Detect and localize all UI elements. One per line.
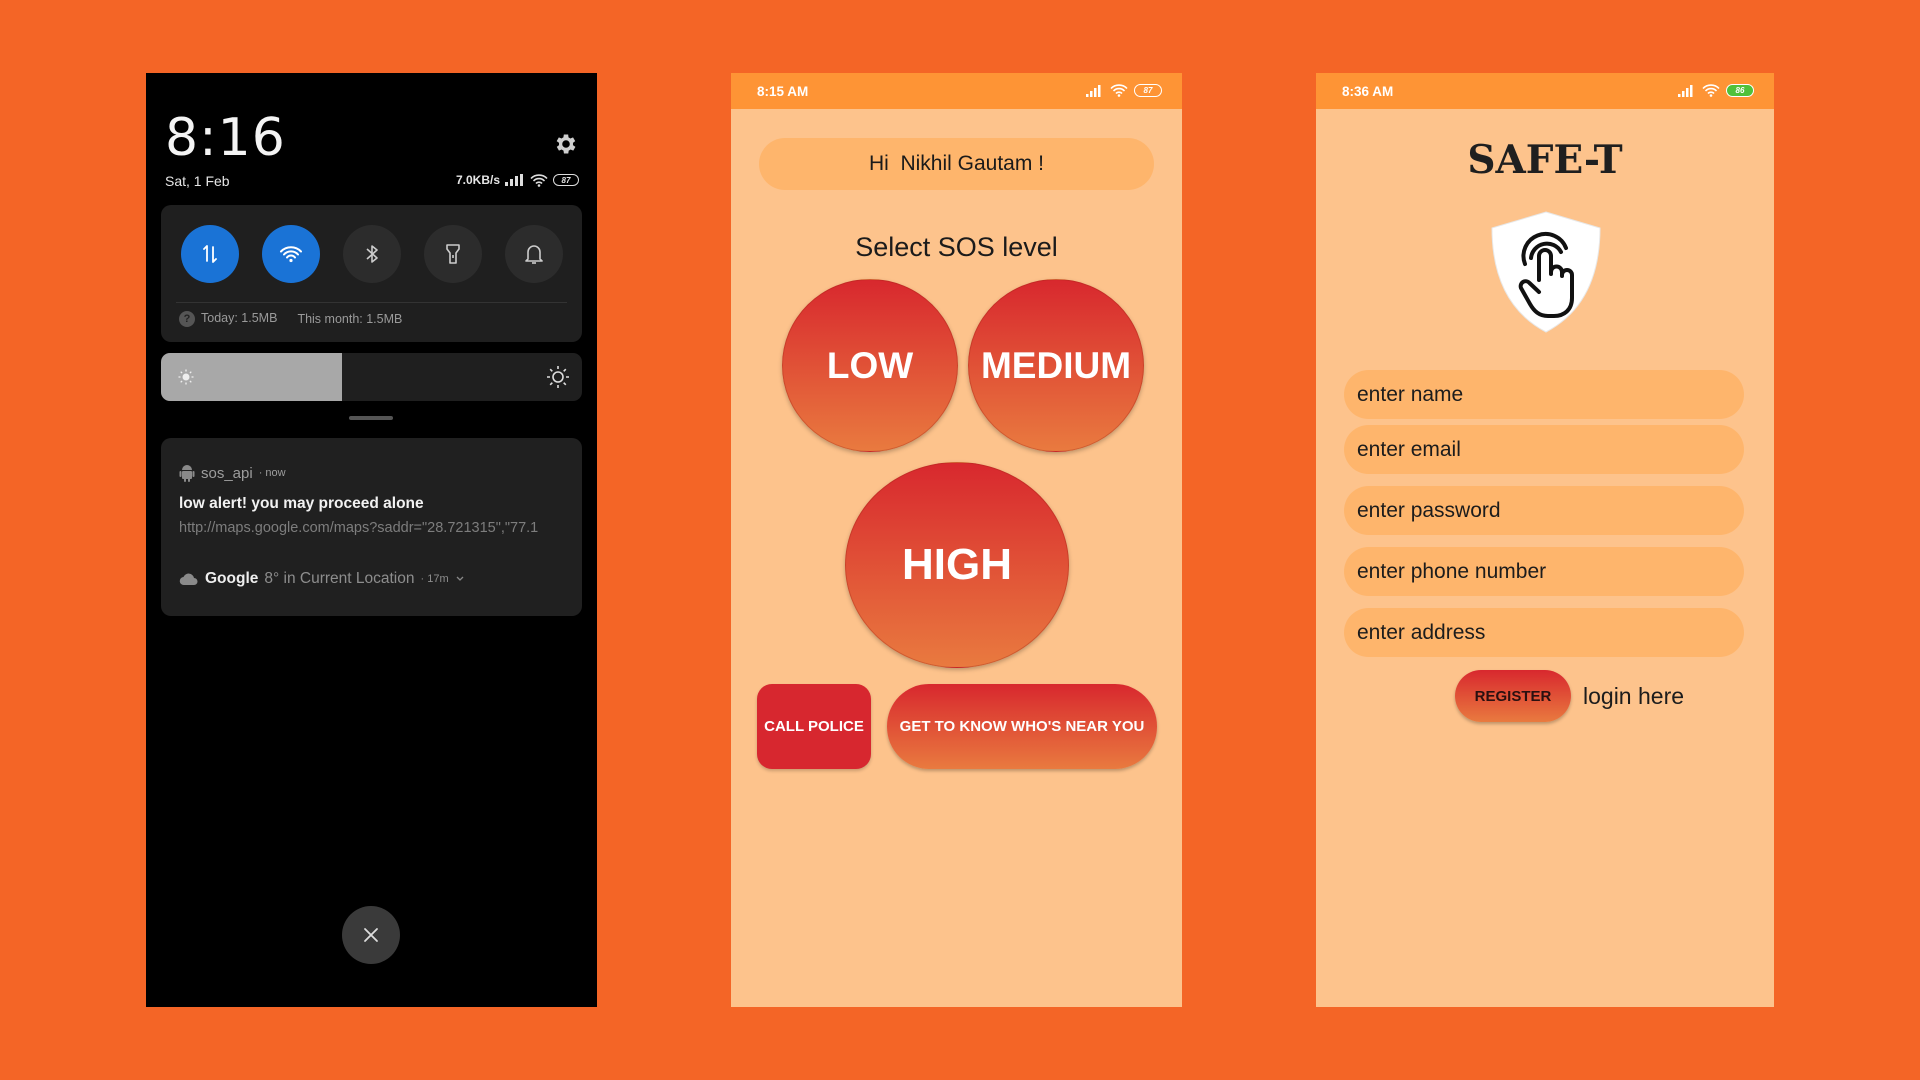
toggle-bluetooth[interactable] <box>343 225 401 283</box>
chevron-down-icon[interactable] <box>455 575 465 583</box>
date: Sat, 1 Feb <box>165 173 230 189</box>
gear-icon[interactable] <box>553 131 579 157</box>
sos-high-button[interactable]: HIGH <box>845 462 1069 668</box>
drag-handle[interactable] <box>349 416 393 420</box>
status-bar: 8:36 AM 86 <box>1316 73 1774 109</box>
name-input[interactable] <box>1357 382 1744 407</box>
status-time: 8:36 AM <box>1342 84 1394 99</box>
wifi-icon <box>1110 84 1128 97</box>
battery-indicator: 87 <box>553 174 579 186</box>
data-arrows-icon <box>203 245 217 263</box>
cloud-icon <box>179 573 198 585</box>
divider <box>176 302 567 303</box>
flashlight-icon <box>446 244 460 264</box>
brightness-slider[interactable] <box>161 353 582 401</box>
login-link[interactable]: login here <box>1583 683 1684 710</box>
address-field[interactable] <box>1344 608 1744 657</box>
weather-age: · 17m <box>420 573 449 585</box>
notification-title: low alert! you may proceed alone <box>179 495 424 512</box>
sun-large-icon <box>547 366 569 388</box>
status-bar: 7.0KB/s 87 <box>456 173 579 187</box>
password-input[interactable] <box>1357 498 1744 523</box>
notification-time: · now <box>258 467 286 479</box>
signal-icon <box>505 174 523 186</box>
whos-near-button[interactable]: GET TO KNOW WHO'S NEAR YOU <box>887 684 1157 769</box>
sos-level-screen: 8:15 AM 87 Hi Nikhil Gautam ! Select SOS… <box>731 73 1182 1007</box>
call-police-button[interactable]: CALL POLICE <box>757 684 871 769</box>
status-bar: 8:15 AM 87 <box>731 73 1182 109</box>
clock: 8:16 <box>165 108 286 168</box>
quick-settings-panel: ? Today: 1.5MB This month: 1.5MB <box>161 205 582 342</box>
toggle-flashlight[interactable] <box>424 225 482 283</box>
toggle-bell[interactable] <box>505 225 563 283</box>
signal-icon <box>1086 84 1101 97</box>
wifi-icon <box>280 246 302 263</box>
sun-small-icon <box>178 369 194 385</box>
android-icon <box>179 465 195 482</box>
battery-indicator: 87 <box>1134 84 1162 97</box>
register-screen: 8:36 AM 86 SAFE-T REGISTER login here <box>1316 73 1774 1007</box>
close-icon <box>364 928 378 942</box>
notification-app-row: sos_api · now <box>179 464 286 482</box>
battery-indicator: 86 <box>1726 84 1754 97</box>
usage-month: This month: 1.5MB <box>297 312 403 326</box>
sos-medium-button[interactable]: MEDIUM <box>968 279 1144 452</box>
sos-low-button[interactable]: LOW <box>782 279 958 452</box>
greeting-banner: Hi Nikhil Gautam ! <box>759 138 1154 190</box>
wifi-icon <box>1702 84 1720 97</box>
question-icon: ? <box>179 311 195 327</box>
notification-app-name: sos_api <box>201 464 253 482</box>
toggle-mobile-data[interactable] <box>181 225 239 283</box>
notification-shade-screen: 8:16 Sat, 1 Feb 7.0KB/s 87 ? Today: 1.5M… <box>146 73 597 1007</box>
name-field[interactable] <box>1344 370 1744 419</box>
register-button[interactable]: REGISTER <box>1455 670 1571 722</box>
toggle-wifi[interactable] <box>262 225 320 283</box>
password-field[interactable] <box>1344 486 1744 535</box>
usage-today: Today: 1.5MB <box>201 311 278 325</box>
weather-text: 8° in Current Location <box>264 570 415 587</box>
signal-icon <box>1678 84 1693 97</box>
weather-source: Google <box>205 570 259 587</box>
address-input[interactable] <box>1357 620 1744 645</box>
close-button[interactable] <box>342 906 400 964</box>
wifi-icon <box>530 173 548 187</box>
sos-title: Select SOS level <box>855 232 1058 262</box>
phone-input[interactable] <box>1357 559 1744 584</box>
shield-touch-logo <box>1491 211 1601 333</box>
notification-card[interactable]: sos_api · now low alert! you may proceed… <box>161 438 582 616</box>
status-time: 8:15 AM <box>757 84 809 99</box>
phone-field[interactable] <box>1344 547 1744 596</box>
app-title: SAFE-T <box>1467 137 1623 183</box>
bell-icon <box>525 245 543 264</box>
data-usage: ? Today: 1.5MB This month: 1.5MB <box>179 311 402 327</box>
bluetooth-icon <box>366 245 378 263</box>
notification-body: http://maps.google.com/maps?saddr="28.72… <box>179 520 539 536</box>
email-field[interactable] <box>1344 425 1744 474</box>
weather-notification[interactable]: Google 8° in Current Location · 17m <box>179 570 465 588</box>
email-input[interactable] <box>1357 437 1744 462</box>
network-speed: 7.0KB/s <box>455 173 500 187</box>
